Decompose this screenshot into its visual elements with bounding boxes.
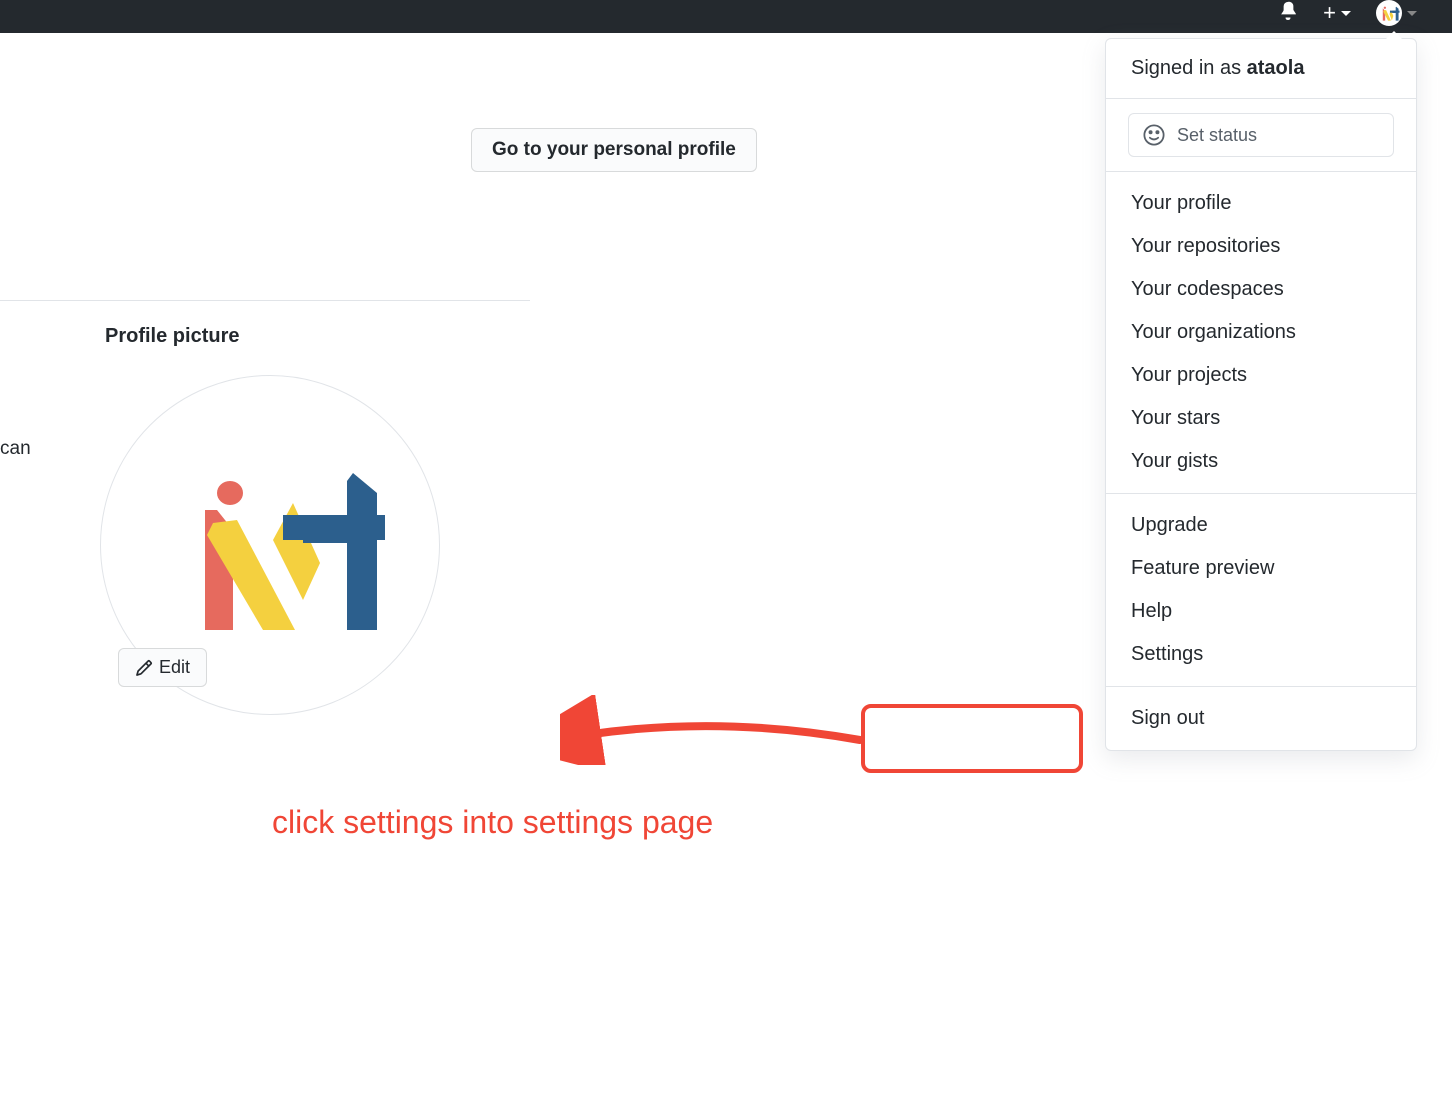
profile-picture-label: Profile picture (105, 325, 239, 348)
annotation-text: click settings into settings page (272, 804, 713, 841)
menu-settings[interactable]: Settings (1106, 633, 1416, 676)
menu-your-stars[interactable]: Your stars (1106, 397, 1416, 440)
plus-icon: + (1323, 0, 1336, 26)
partial-text: can (0, 438, 31, 460)
caret-down-icon (1407, 11, 1417, 16)
menu-sign-out[interactable]: Sign out (1106, 697, 1416, 740)
menu-group-3: Sign out (1106, 687, 1416, 750)
create-new-button[interactable]: + (1323, 0, 1351, 26)
menu-group-1: Your profile Your repositories Your code… (1106, 172, 1416, 494)
divider (0, 300, 530, 301)
edit-label: Edit (159, 657, 190, 678)
menu-your-gists[interactable]: Your gists (1106, 440, 1416, 483)
profile-picture-section: Profile picture (105, 325, 239, 348)
bell-icon (1278, 0, 1298, 20)
top-nav-bar: + (0, 0, 1452, 33)
edit-avatar-button[interactable]: Edit (118, 648, 207, 687)
smiley-icon (1143, 124, 1165, 146)
caret-down-icon (1341, 11, 1351, 16)
menu-help[interactable]: Help (1106, 590, 1416, 633)
user-menu-button[interactable] (1376, 0, 1417, 26)
annotation-highlight-box (861, 704, 1083, 773)
dropdown-signed-in: Signed in as ataola (1106, 39, 1416, 99)
menu-feature-preview[interactable]: Feature preview (1106, 547, 1416, 590)
menu-group-2: Upgrade Feature preview Help Settings (1106, 494, 1416, 687)
go-to-profile-button[interactable]: Go to your personal profile (471, 128, 757, 172)
menu-upgrade[interactable]: Upgrade (1106, 504, 1416, 547)
menu-your-repositories[interactable]: Your repositories (1106, 225, 1416, 268)
avatar-small (1376, 0, 1402, 26)
pencil-icon (135, 659, 153, 677)
annotation-arrow (560, 695, 870, 765)
menu-your-projects[interactable]: Your projects (1106, 354, 1416, 397)
user-dropdown-menu: Signed in as ataola Set status Your prof… (1105, 38, 1417, 751)
dropdown-pointer (1386, 31, 1402, 39)
set-status-button[interactable]: Set status (1128, 113, 1394, 157)
menu-your-organizations[interactable]: Your organizations (1106, 311, 1416, 354)
menu-your-codespaces[interactable]: Your codespaces (1106, 268, 1416, 311)
menu-your-profile[interactable]: Your profile (1106, 182, 1416, 225)
notifications-button[interactable] (1278, 0, 1298, 20)
status-section: Set status (1106, 99, 1416, 172)
